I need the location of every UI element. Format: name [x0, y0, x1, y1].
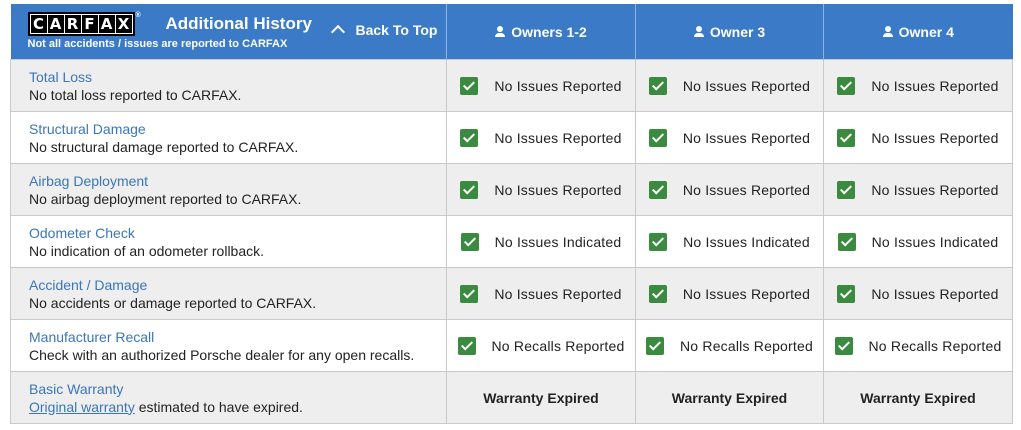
table-row: Manufacturer Recall Check with an authori…	[10, 319, 1013, 372]
check-icon	[460, 180, 479, 199]
history-table: C A R F A X ® Additional History Not all…	[10, 4, 1013, 424]
check-icon	[648, 180, 667, 199]
status-text: No Recalls Reported	[680, 337, 813, 354]
section-subtitle: Not all accidents / issues are reported …	[27, 38, 288, 50]
status-text: No Issues Reported	[871, 129, 999, 146]
check-icon	[460, 76, 479, 95]
registered-mark: ®	[135, 12, 141, 19]
check-icon	[457, 336, 476, 355]
row-title-link[interactable]: Manufacturer Recall	[29, 328, 446, 346]
status-text: No Issues Reported	[682, 77, 811, 94]
chevron-up-icon	[330, 24, 345, 40]
check-icon	[646, 336, 664, 355]
check-icon	[648, 128, 667, 147]
check-icon	[837, 128, 856, 147]
check-icon	[834, 336, 853, 355]
status-text: No Issues Reported	[682, 181, 811, 198]
row-title-link[interactable]: Odometer Check	[29, 224, 446, 242]
check-icon	[648, 76, 667, 95]
warranty-status: Warranty Expired	[446, 371, 636, 424]
status-text: No Issues Reported	[682, 285, 811, 302]
check-icon	[460, 128, 479, 147]
warranty-status: Warranty Expired	[823, 371, 1013, 424]
row-title-link[interactable]: Airbag Deployment	[29, 172, 446, 190]
section-title: Additional History	[165, 14, 312, 33]
status-text: No Recalls Reported	[868, 337, 1002, 354]
warranty-row: Basic Warranty Original warranty estimate…	[10, 371, 1013, 424]
row-title-link[interactable]: Accident / Damage	[29, 276, 446, 294]
row-description: No total loss reported to CARFAX.	[29, 86, 242, 103]
row-description: No structural damage reported to CARFAX.	[29, 138, 299, 155]
status-text: No Issues Indicated	[494, 233, 622, 250]
row-title-link[interactable]: Structural Damage	[29, 120, 446, 138]
status-text: No Issues Reported	[871, 181, 999, 198]
table-row: Airbag Deployment No airbag deployment re…	[10, 163, 1013, 216]
row-description: No accidents or damage reported to CARFA…	[29, 294, 317, 311]
person-icon	[882, 26, 893, 37]
original-warranty-link[interactable]: Original warranty	[29, 399, 135, 415]
status-text: No Issues Indicated	[683, 233, 810, 250]
check-icon	[460, 284, 479, 303]
table-row: Total Loss No total loss reported to CARF…	[10, 59, 1013, 112]
check-icon	[837, 232, 856, 251]
row-description: No airbag deployment reported to CARFAX.	[29, 190, 302, 207]
warranty-status: Warranty Expired	[635, 371, 824, 424]
status-text: No Issues Reported	[682, 129, 811, 146]
brand-header: C A R F A X ® Additional History Not all…	[10, 4, 447, 60]
check-icon	[837, 76, 856, 95]
row-description: No indication of an odometer rollback.	[29, 242, 265, 259]
check-icon	[837, 180, 856, 199]
check-icon	[460, 232, 479, 251]
person-icon	[693, 26, 704, 37]
table-row: Structural Damage No structural damage re…	[10, 111, 1013, 164]
table-row: Odometer Check No indication of an odomet…	[10, 215, 1013, 268]
check-icon	[648, 284, 667, 303]
status-text: No Issues Reported	[871, 285, 999, 302]
person-icon	[495, 26, 506, 37]
additional-history-panel: C A R F A X ® Additional History Not all…	[10, 4, 1013, 424]
status-text: No Issues Indicated	[871, 233, 999, 250]
status-text: No Issues Reported	[494, 285, 622, 302]
owner-column-2: Owner 3	[635, 4, 824, 60]
carfax-logo: C A R F A X ®	[27, 12, 141, 36]
check-icon	[649, 232, 668, 251]
status-text: No Issues Reported	[494, 181, 622, 198]
row-title-link[interactable]: Total Loss	[29, 68, 446, 86]
row-description: Check with an authorized Porsche dealer …	[29, 346, 415, 363]
back-to-top-button[interactable]: Back To Top	[330, 22, 437, 40]
status-text: No Issues Reported	[494, 129, 622, 146]
owner-column-1: Owners 1-2	[446, 4, 636, 60]
check-icon	[837, 284, 856, 303]
row-description: Original warranty estimated to have expi…	[29, 398, 303, 415]
row-title-link[interactable]: Basic Warranty	[29, 380, 446, 398]
owner-column-3: Owner 4	[823, 4, 1013, 60]
status-text: No Issues Reported	[494, 77, 622, 94]
header-row: C A R F A X ® Additional History Not all…	[10, 4, 1013, 60]
table-row: Accident / Damage No accidents or damage …	[10, 267, 1013, 320]
status-text: No Issues Reported	[871, 77, 999, 94]
status-text: No Recalls Reported	[491, 337, 625, 354]
